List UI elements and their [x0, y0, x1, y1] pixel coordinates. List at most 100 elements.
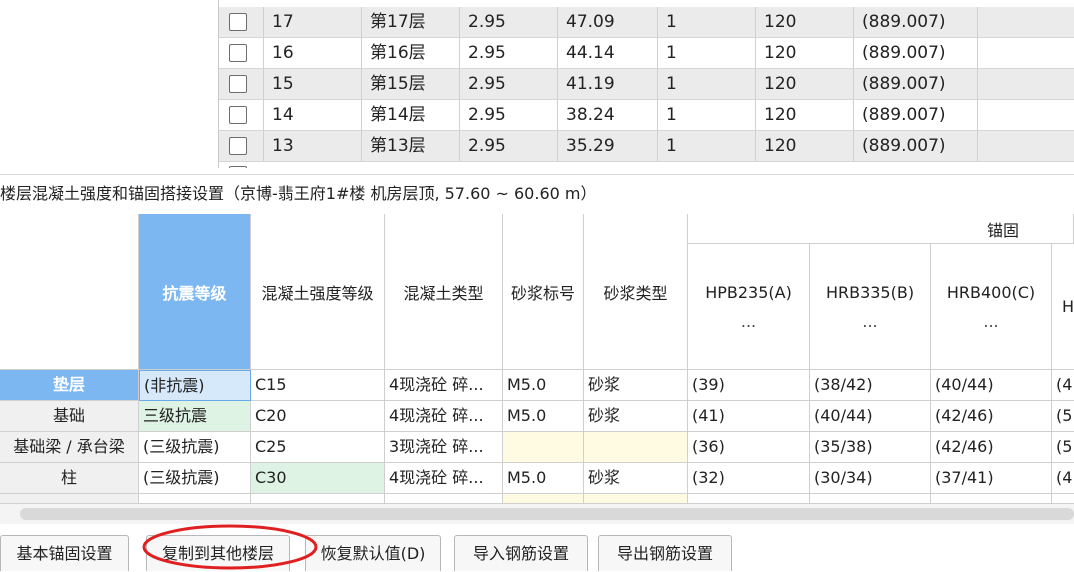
floor-cell-count[interactable]: 1 [657, 38, 755, 68]
row-checkbox[interactable] [229, 137, 247, 155]
grid-cell-seismic[interactable]: (三级抗震) [139, 463, 251, 494]
grid-cell-c[interactable]: (42/46) [931, 401, 1052, 432]
floor-cell-num[interactable]: 16 [263, 38, 361, 68]
floor-cell-area[interactable]: (889.007) [853, 69, 977, 99]
grid-cell-name[interactable]: 基础梁 / 承台梁 [0, 432, 139, 463]
grid-cell-a[interactable]: (41) [688, 401, 810, 432]
grid-cell-name[interactable]: 垫层 [0, 370, 139, 401]
floor-cell-height[interactable]: 2.95 [459, 38, 557, 68]
grid-cell-seismic[interactable]: 三级抗震 [139, 401, 251, 432]
horizontal-scrollbar-thumb[interactable] [20, 508, 1074, 520]
grid-cell-mortar[interactable]: M5.0 [503, 401, 584, 432]
grid-cell-ctype[interactable]: 4现浇砼 碎... [385, 463, 503, 494]
floor-cell-elevation[interactable]: 47.09 [557, 7, 657, 37]
floor-cell-area[interactable]: (889.007) [853, 100, 977, 130]
floor-cell-name[interactable]: 第13层 [361, 131, 459, 161]
header-next-partial[interactable]: H [1052, 244, 1074, 370]
floor-cell-name[interactable]: 第16层 [361, 38, 459, 68]
floor-cell-blank[interactable] [977, 38, 1074, 68]
floor-row[interactable]: 16 第16层 2.95 44.14 1 120 (889.007) [219, 38, 1074, 69]
floor-cell-area[interactable]: (889.007) [853, 38, 977, 68]
grid-cell-grade[interactable]: C15 [251, 370, 385, 401]
export-rebar-settings-button[interactable]: 导出钢筋设置 [598, 535, 732, 571]
grid-cell-b[interactable]: (30/34) [810, 463, 931, 494]
grid-cell-mortar[interactable]: M5.0 [503, 370, 584, 401]
import-rebar-settings-button[interactable]: 导入钢筋设置 [454, 535, 588, 571]
grid-cell-b[interactable]: (38/42) [810, 370, 931, 401]
header-hpb235[interactable]: HPB235(A) ... [688, 244, 810, 370]
floor-cell-thickness[interactable]: 120 [755, 131, 853, 161]
floor-cell-name[interactable]: 第15层 [361, 69, 459, 99]
floor-cell-name[interactable]: 第14层 [361, 100, 459, 130]
floor-cell-count[interactable]: 1 [657, 100, 755, 130]
basic-anchor-settings-button[interactable]: 基本锚固设置 [0, 535, 129, 571]
header-seismic-level[interactable]: 抗震等级 [139, 214, 251, 370]
row-checkbox[interactable] [229, 13, 247, 31]
grid-cell-a[interactable]: (39) [688, 370, 810, 401]
floor-cell-thickness[interactable]: 120 [755, 100, 853, 130]
floor-cell-elevation[interactable]: 38.24 [557, 100, 657, 130]
header-concrete-type[interactable]: 混凝土类型 [385, 214, 503, 370]
header-mortar-type[interactable]: 砂浆类型 [584, 214, 688, 370]
floor-cell-blank[interactable] [977, 69, 1074, 99]
floor-cell-num[interactable]: 15 [263, 69, 361, 99]
grid-cell-mortar[interactable] [503, 432, 584, 463]
floor-row[interactable]: 14 第14层 2.95 38.24 1 120 (889.007) [219, 100, 1074, 131]
row-checkbox[interactable] [229, 106, 247, 124]
floor-cell-thickness[interactable]: 120 [755, 7, 853, 37]
grid-cell-mortar[interactable]: M5.0 [503, 463, 584, 494]
grid-cell-d[interactable]: (5 [1052, 401, 1074, 432]
floor-cell-height[interactable]: 2.95 [459, 69, 557, 99]
row-checkbox[interactable] [229, 44, 247, 62]
floor-row[interactable]: 15 第15层 2.95 41.19 1 120 (889.007) [219, 69, 1074, 100]
grid-cell-name[interactable]: 柱 [0, 463, 139, 494]
grid-cell-grade[interactable]: C25 [251, 432, 385, 463]
grid-cell-d[interactable]: (4 [1052, 370, 1074, 401]
header-concrete-grade[interactable]: 混凝土强度等级 [251, 214, 385, 370]
floor-cell-height[interactable]: 2.95 [459, 7, 557, 37]
header-mortar-grade[interactable]: 砂浆标号 [503, 214, 584, 370]
floor-cell-height[interactable]: 2.95 [459, 100, 557, 130]
floor-cell-count[interactable]: 1 [657, 7, 755, 37]
floor-cell-elevation[interactable]: 44.14 [557, 38, 657, 68]
floor-cell-elevation[interactable]: 41.19 [557, 69, 657, 99]
floor-cell-area[interactable]: (889.007) [853, 131, 977, 161]
floor-cell-num[interactable]: 13 [263, 131, 361, 161]
grid-cell-d[interactable]: (5 [1052, 432, 1074, 463]
grid-cell-ctype[interactable]: 4现浇砼 碎... [385, 370, 503, 401]
grid-cell-mtype[interactable]: 砂浆 [584, 370, 688, 401]
grid-cell-c[interactable]: (42/46) [931, 432, 1052, 463]
floor-cell-name[interactable]: 第17层 [361, 7, 459, 37]
floor-cell-num[interactable]: 17 [263, 7, 361, 37]
grid-cell-grade[interactable]: C20 [251, 401, 385, 432]
grid-cell-seismic[interactable]: (非抗震) [139, 370, 251, 401]
row-checkbox[interactable] [229, 75, 247, 93]
floor-row[interactable]: 13 第13层 2.95 35.29 1 120 (889.007) [219, 131, 1074, 162]
floor-cell-height[interactable]: 2.95 [459, 131, 557, 161]
grid-cell-c[interactable]: (37/41) [931, 463, 1052, 494]
grid-cell-c[interactable]: (40/44) [931, 370, 1052, 401]
grid-cell-name[interactable]: 基础 [0, 401, 139, 432]
floor-row[interactable]: 17 第17层 2.95 47.09 1 120 (889.007) [219, 7, 1074, 38]
floor-cell-count[interactable]: 1 [657, 131, 755, 161]
floor-cell-num[interactable]: 14 [263, 100, 361, 130]
floor-cell-elevation[interactable]: 35.29 [557, 131, 657, 161]
grid-cell-b[interactable]: (35/38) [810, 432, 931, 463]
grid-cell-mtype[interactable]: 砂浆 [584, 463, 688, 494]
grid-cell-d[interactable]: (4 [1052, 463, 1074, 494]
grid-cell-grade[interactable]: C30 [251, 463, 385, 494]
restore-default-button[interactable]: 恢复默认值(D) [305, 535, 441, 571]
grid-cell-b[interactable]: (40/44) [810, 401, 931, 432]
grid-cell-ctype[interactable]: 3现浇砼 碎... [385, 432, 503, 463]
grid-cell-seismic[interactable]: (三级抗震) [139, 432, 251, 463]
grid-cell-a[interactable]: (32) [688, 463, 810, 494]
floor-cell-count[interactable]: 1 [657, 69, 755, 99]
grid-cell-a[interactable]: (36) [688, 432, 810, 463]
floor-cell-blank[interactable] [977, 100, 1074, 130]
grid-cell-mtype[interactable]: 砂浆 [584, 401, 688, 432]
row-checkbox[interactable] [229, 166, 247, 168]
grid-cell-ctype[interactable]: 4现浇砼 碎... [385, 401, 503, 432]
copy-to-other-floors-button[interactable]: 复制到其他楼层 [146, 535, 290, 571]
floor-cell-thickness[interactable]: 120 [755, 69, 853, 99]
header-hrb400[interactable]: HRB400(C) ... [931, 244, 1052, 370]
